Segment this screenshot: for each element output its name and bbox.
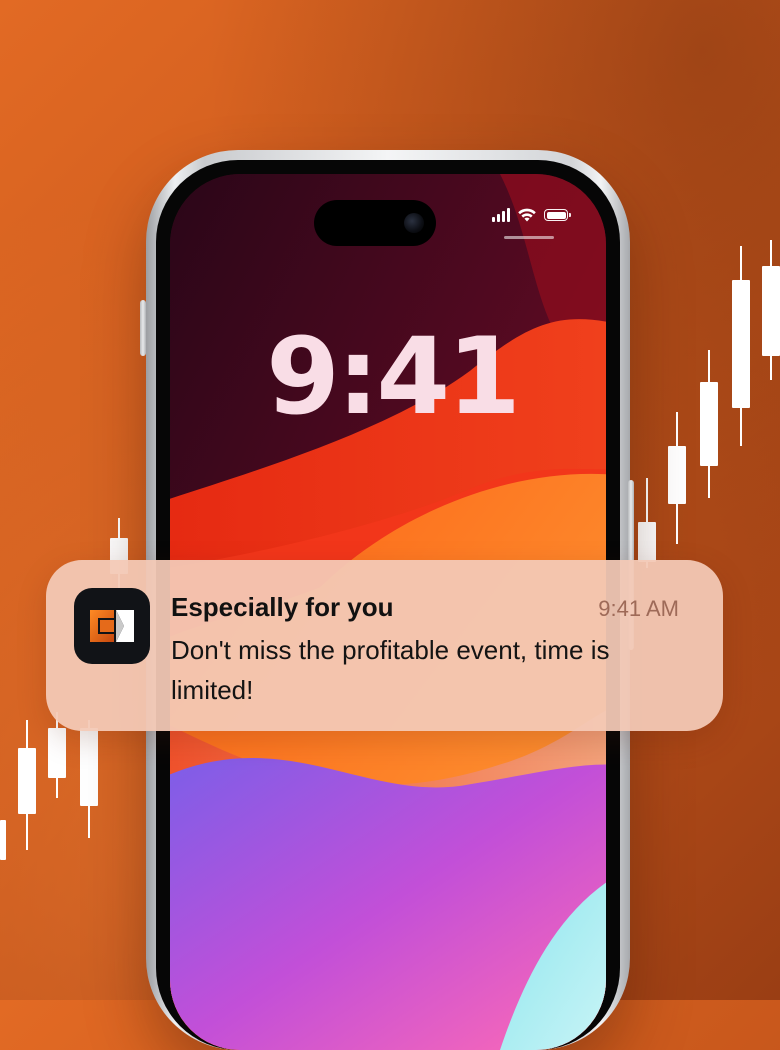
push-notification[interactable]: Especially for you 9:41 AM Don't miss th… [46,560,723,731]
notification-body: Don't miss the profitable event, time is… [171,635,610,705]
battery-icon [544,209,571,221]
candlestick [700,350,718,498]
front-camera-icon [404,213,424,233]
status-bar [492,208,571,222]
notification-time: 9:41 AM [598,596,679,621]
candlestick [668,412,686,544]
wifi-icon [518,208,536,222]
phone-side-button [140,300,146,356]
candlestick [732,246,750,446]
candlestick [18,720,36,850]
candlestick [0,812,6,872]
lock-screen-clock: 9:41 [266,315,521,438]
candlestick [638,478,656,568]
dynamic-island [314,200,436,246]
candlestick [80,720,98,838]
cellular-signal-icon [492,208,510,222]
notification-title: Especially for you [171,592,394,622]
candlestick [762,240,780,380]
broker-app-logo-icon [74,588,150,664]
status-indicator-line [504,236,554,239]
